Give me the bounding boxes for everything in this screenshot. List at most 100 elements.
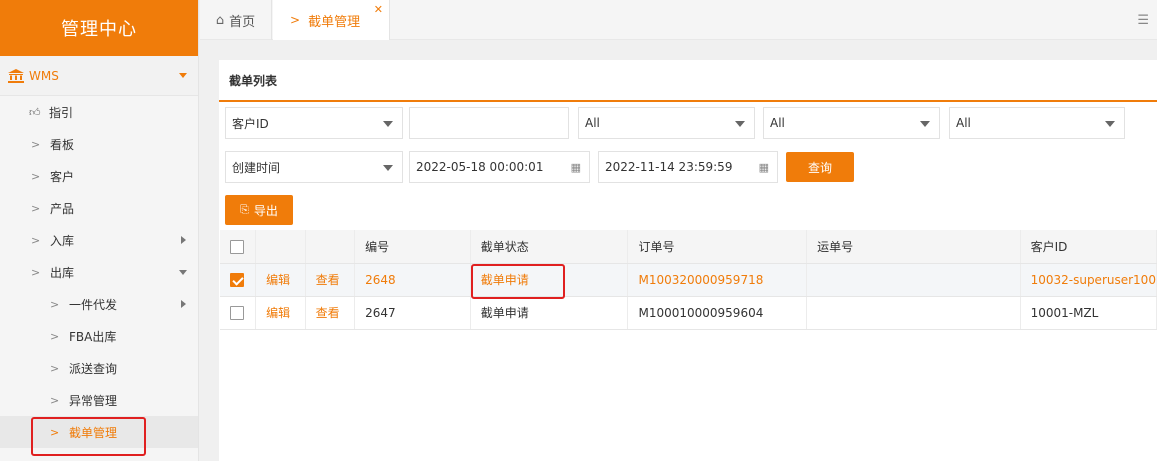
customer-cell: 10032-superuser100: [1020, 263, 1157, 297]
select-value: 客户ID: [232, 116, 269, 131]
caret-down-icon: [1105, 121, 1115, 127]
sidebar-subitem-delivery[interactable]: > 派送查询: [0, 352, 198, 384]
customer-cell: 10001-MZL: [1020, 296, 1157, 330]
select-value: All: [956, 116, 971, 130]
edit-link[interactable]: 编辑: [255, 263, 306, 297]
waybill-cell: [806, 263, 1021, 297]
checkbox[interactable]: [230, 272, 244, 287]
table-row[interactable]: 编辑 查看 2647 截单申请 M100010000959604 10001-M…: [220, 296, 1157, 330]
filter-select-2[interactable]: All: [763, 107, 940, 139]
view-link[interactable]: 查看: [305, 263, 356, 297]
query-button[interactable]: 查询: [786, 152, 854, 182]
column-header: 运单号: [806, 230, 1021, 264]
customer-id-select[interactable]: 客户ID: [225, 107, 403, 139]
id-cell: 2647: [354, 296, 471, 330]
caret-down-icon: [735, 121, 745, 127]
tab-intercept[interactable]: > 截单管理 ✕: [273, 0, 390, 40]
sidebar-item-guide[interactable]: 👍︎ 指引: [0, 96, 198, 128]
chevron-right-icon: >: [50, 297, 60, 311]
edit-link[interactable]: 编辑: [255, 296, 306, 330]
sidebar-item-label: 看板: [50, 137, 75, 152]
caret-down-icon: [179, 270, 187, 275]
sidebar-item-label: 客户: [50, 169, 75, 184]
sidebar-subitem-exception[interactable]: > 异常管理: [0, 384, 198, 416]
column-header: 订单号: [627, 230, 808, 264]
id-cell: 2648: [354, 263, 471, 297]
sidebar-item-label: 出库: [50, 265, 75, 280]
sidebar-item-outbound[interactable]: > 出库: [0, 256, 198, 288]
input-value: 2022-11-14 23:59:59: [605, 160, 733, 174]
sidebar: 管理中心 WMS 👍︎ 指引 > 看板 > 客户 > 产品 > 入库 > 出库 …: [0, 0, 199, 461]
panel-title: 截单列表: [219, 60, 1157, 102]
sidebar-subitem-fba[interactable]: > FBA出库: [0, 320, 198, 352]
sidebar-item-label: 入库: [50, 233, 75, 248]
tab-home[interactable]: ⌂ 首页: [200, 0, 272, 40]
end-time-input[interactable]: 2022-11-14 23:59:59 ▦: [598, 151, 778, 183]
chevron-right-icon: >: [50, 361, 60, 375]
chevron-right-icon: >: [50, 393, 60, 407]
row-checkbox-cell[interactable]: [220, 296, 257, 330]
tab-label: 首页: [229, 14, 256, 30]
chevron-right-icon: >: [31, 233, 41, 247]
sidebar-item-product[interactable]: > 产品: [0, 192, 198, 224]
row-checkbox-cell[interactable]: [220, 263, 257, 297]
chevron-right-icon: >: [31, 137, 41, 151]
filter-select-1[interactable]: All: [578, 107, 755, 139]
select-value: All: [585, 116, 600, 130]
sidebar-item-label: 指引: [49, 105, 74, 120]
home-icon: ⌂: [215, 12, 225, 28]
sidebar-item-label: 派送查询: [69, 361, 118, 376]
sidebar-subitem-dropship[interactable]: > 一件代发: [0, 288, 198, 320]
chevron-right-icon: >: [290, 13, 301, 27]
sidebar-item-customer[interactable]: > 客户: [0, 160, 198, 192]
chevron-right-icon: >: [31, 169, 41, 183]
time-type-select[interactable]: 创建时间: [225, 151, 403, 183]
order-cell: M100320000959718: [627, 263, 808, 297]
sidebar-item-label: 异常管理: [69, 393, 118, 408]
chevron-right-icon: >: [31, 201, 41, 215]
sidebar-item-dashboard[interactable]: > 看板: [0, 128, 198, 160]
waybill-cell: [806, 296, 1021, 330]
caret-down-icon: [920, 121, 930, 127]
chevron-right-icon: >: [31, 265, 41, 279]
sidebar-item-label: 一件代发: [69, 297, 118, 312]
sidebar-item-label: 产品: [50, 201, 75, 216]
column-header: [305, 230, 356, 264]
chevron-right-icon: >: [50, 329, 60, 343]
column-header: [255, 230, 306, 264]
export-icon: ⎘: [240, 203, 249, 216]
calendar-icon: ▦: [758, 161, 769, 174]
table-header-row: 编号 截单状态 订单号 运单号 客户ID: [220, 230, 1157, 264]
checkbox[interactable]: [230, 305, 244, 320]
bank-icon: [8, 68, 24, 83]
brand-title: 管理中心: [0, 0, 198, 56]
calendar-icon: ▦: [570, 161, 581, 174]
caret-down-icon: [179, 73, 187, 78]
status-cell: 截单申请: [470, 296, 629, 330]
nav-group-label: WMS: [29, 68, 59, 83]
button-label: 导出: [253, 203, 278, 218]
intercept-list-panel: 截单列表 客户ID All All All 创建时间 2022-05-18 00…: [219, 60, 1157, 461]
thumbs-up-icon: 👍︎: [29, 105, 41, 119]
filter-select-3[interactable]: All: [949, 107, 1125, 139]
sidebar-item-label: FBA出库: [69, 329, 117, 344]
sidebar-item-inbound[interactable]: > 入库: [0, 224, 198, 256]
order-cell: M100010000959604: [627, 296, 808, 330]
view-link[interactable]: 查看: [305, 296, 356, 330]
button-label: 查询: [807, 160, 832, 175]
customer-id-input[interactable]: [409, 107, 569, 139]
select-all-header[interactable]: [220, 230, 257, 264]
export-button[interactable]: ⎘ 导出: [225, 195, 293, 225]
menu-fold-icon[interactable]: ☰: [1137, 13, 1149, 28]
highlight-box: [31, 417, 146, 456]
checkbox[interactable]: [230, 239, 244, 254]
start-time-input[interactable]: 2022-05-18 00:00:01 ▦: [409, 151, 590, 183]
column-header: 客户ID: [1020, 230, 1157, 264]
caret-down-icon: [383, 121, 393, 127]
nav-group-wms[interactable]: WMS: [0, 56, 198, 96]
table-row[interactable]: 编辑 查看 2648 截单申请 M100320000959718 10032-s…: [220, 263, 1157, 297]
close-icon[interactable]: ✕: [374, 3, 383, 16]
caret-right-icon: [181, 236, 186, 244]
tab-label: 截单管理: [308, 14, 361, 30]
input-value: 2022-05-18 00:00:01: [416, 160, 544, 174]
